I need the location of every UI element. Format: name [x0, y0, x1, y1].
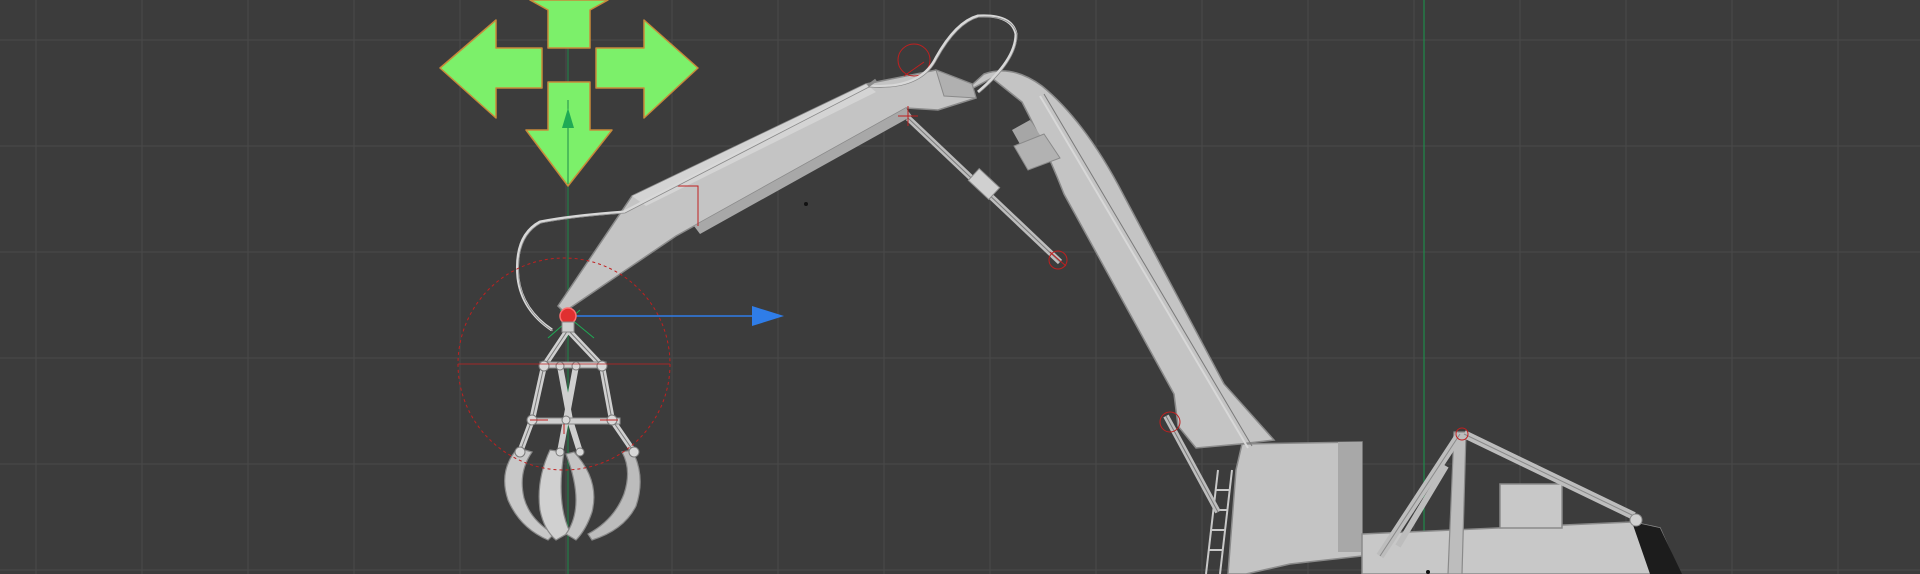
grapple-jaw-right-inner[interactable]	[565, 451, 595, 541]
gizmo-pivot-base	[561, 321, 575, 333]
stick-arm[interactable]	[557, 69, 977, 313]
excavator-base[interactable]	[1205, 427, 1682, 574]
move-handle[interactable]	[439, 0, 699, 187]
move-handle-right-arrow-icon[interactable]	[595, 19, 699, 119]
grapple-links	[517, 327, 637, 455]
main-boom[interactable]	[961, 70, 1276, 449]
engine-box[interactable]	[1499, 483, 1563, 529]
rear-cable-anchor	[1629, 513, 1643, 527]
ground-marker	[1426, 570, 1430, 574]
boom-rail-edge	[1043, 93, 1253, 447]
cab-side-panel	[1338, 442, 1362, 552]
move-handle-left-arrow-icon[interactable]	[439, 19, 543, 119]
grapple[interactable]	[504, 309, 641, 541]
move-handle-down-arrow-icon[interactable]	[525, 81, 613, 187]
boom-rail	[1039, 95, 1249, 449]
ladder	[1205, 469, 1233, 574]
viewport-dot	[804, 202, 808, 206]
move-handle-up-arrow-icon[interactable]	[529, 0, 609, 49]
main-boom-body[interactable]	[961, 70, 1276, 449]
gizmo-x-arrow-icon[interactable]	[752, 306, 784, 326]
3d-viewport[interactable]	[0, 0, 1920, 574]
